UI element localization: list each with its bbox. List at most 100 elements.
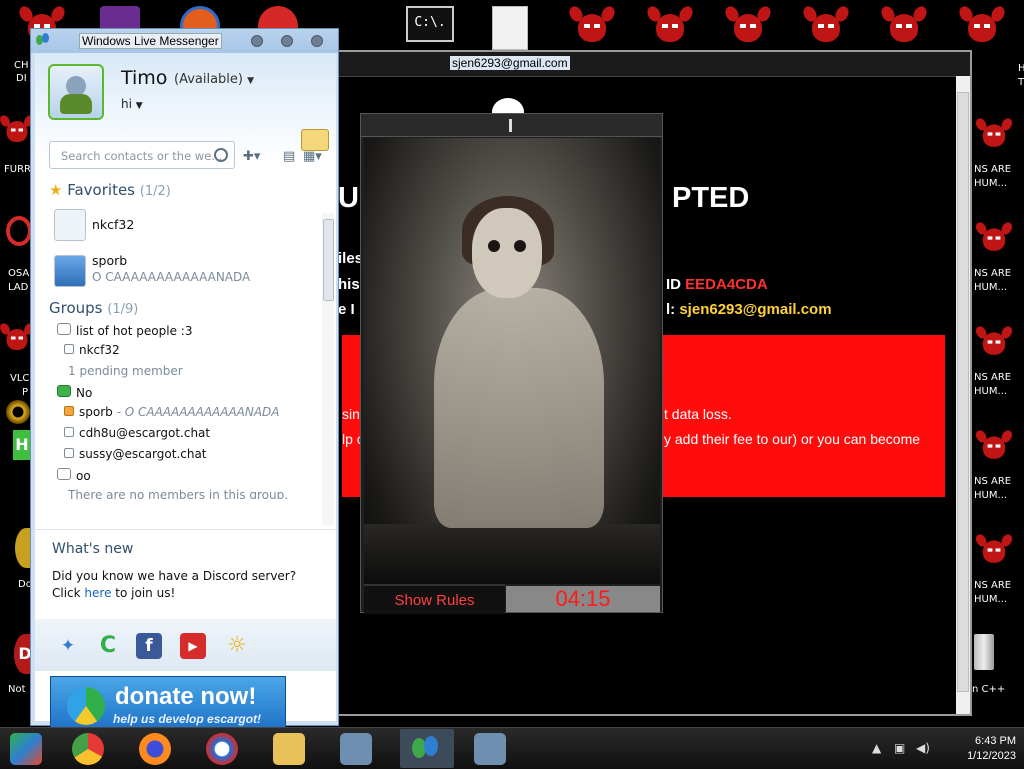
- change-layout-icon[interactable]: ▤: [283, 149, 295, 164]
- volume-icon[interactable]: ◀): [916, 741, 930, 755]
- discord-link[interactable]: here: [84, 586, 111, 600]
- contact-list-scroll-thumb[interactable]: [323, 219, 334, 301]
- facebook-icon[interactable]: f: [136, 633, 162, 659]
- clock[interactable]: 6:43 PM 1/12/2023: [967, 734, 1016, 764]
- ransomware-titlebar[interactable]: sjen6293@gmail.com: [332, 52, 970, 77]
- chrome-icon[interactable]: [72, 733, 104, 765]
- whats-new-panel: What's new Did you know we have a Discor…: [35, 529, 336, 618]
- devil-icon: [0, 113, 36, 145]
- show-rules-button[interactable]: Show Rules: [364, 584, 505, 614]
- contact-avatar[interactable]: [54, 209, 86, 241]
- donate-headline: donate now!: [115, 683, 257, 710]
- search-input[interactable]: Search contacts or the we...: [49, 141, 235, 169]
- desktop-label: FURR: [4, 164, 31, 175]
- devil-icon: [878, 4, 930, 46]
- firefox-icon[interactable]: [139, 733, 171, 765]
- status-selector[interactable]: (Available) ▼: [174, 72, 254, 87]
- opera-icon: [6, 216, 32, 246]
- devil-icon: [722, 4, 774, 46]
- installer-icon[interactable]: [474, 733, 506, 765]
- groups-header[interactable]: Groups (1/9): [49, 299, 138, 317]
- ransom-scrollbar[interactable]: [956, 76, 970, 714]
- donate-subline: help us develop escargot!: [113, 712, 262, 726]
- blank-file-icon: [492, 6, 528, 50]
- status-dot-icon: [64, 427, 74, 437]
- installer-icon[interactable]: [340, 733, 372, 765]
- favorites-count: (1/2): [139, 184, 171, 199]
- contact-row[interactable]: cdh8u@escargot.chat: [64, 426, 210, 440]
- star-icon: ★: [49, 181, 63, 199]
- desktop-label: OSA: [8, 268, 30, 279]
- minimize-button[interactable]: [251, 35, 263, 47]
- chevron-up-icon[interactable]: ▲: [872, 741, 881, 755]
- group-row[interactable]: oo: [57, 468, 91, 483]
- devil-icon: [566, 4, 618, 46]
- close-button[interactable]: [311, 35, 323, 47]
- group-icon: [57, 323, 71, 335]
- inbox-icon[interactable]: [301, 129, 329, 151]
- whats-new-title: What's new: [52, 541, 134, 557]
- doll-image: [364, 138, 660, 584]
- contact-row[interactable]: nkcf32: [64, 343, 120, 357]
- contact-row[interactable]: sussy@escargot.chat: [64, 447, 207, 461]
- cmd-icon: C:\.: [406, 6, 454, 42]
- messenger-task-button[interactable]: [400, 729, 454, 768]
- desktop-icon-devil[interactable]: [973, 532, 1015, 566]
- group-online-icon: [57, 385, 71, 397]
- app-bar: ✦ C f ▶ ☼: [35, 619, 336, 671]
- desktop-icon-devil[interactable]: [973, 116, 1015, 150]
- group-icon: [57, 468, 71, 480]
- contact-avatar[interactable]: [54, 255, 86, 287]
- maximize-button[interactable]: [281, 35, 293, 47]
- doll-popup-window[interactable]: Show Rules 04:15: [360, 113, 663, 614]
- messenger-window[interactable]: Windows Live Messenger Timo (Available) …: [30, 28, 339, 737]
- group-row[interactable]: No: [57, 385, 92, 400]
- whats-new-text: Did you know we have a Discord server? C…: [52, 568, 322, 602]
- msn-butterfly-icon[interactable]: ✦: [55, 633, 81, 659]
- start-button[interactable]: [10, 733, 42, 765]
- contact-name[interactable]: sporb: [92, 253, 127, 268]
- options-menu-icon[interactable]: ▦▾: [303, 149, 322, 164]
- favorites-header[interactable]: ★ Favorites (1/2): [49, 181, 171, 199]
- desktop-label: NS ARE: [974, 476, 1012, 487]
- cursor-mark: [509, 119, 512, 132]
- file-explorer-icon[interactable]: [273, 733, 305, 765]
- taskbar: ▲ ▣ ◀) 6:43 PM 1/12/2023: [0, 727, 1024, 769]
- contact-list-scrollbar[interactable]: [322, 213, 334, 525]
- group-row[interactable]: list of hot people :3: [57, 323, 192, 338]
- escargot-icon[interactable]: C: [95, 633, 121, 659]
- countdown-timer: 04:15: [506, 586, 660, 612]
- desktop-icon-devil[interactable]: [973, 220, 1015, 254]
- desktop-icon-devil[interactable]: [973, 324, 1015, 358]
- contact-name[interactable]: nkcf32: [92, 217, 134, 232]
- green-h-icon: H: [13, 430, 31, 460]
- contact-status-message: - O CAAAAAAAAAAAANADA: [112, 405, 280, 419]
- away-dot-icon: [64, 406, 74, 416]
- display-name[interactable]: Timo: [121, 67, 167, 89]
- avatar[interactable]: [48, 64, 104, 120]
- status-dot-icon: [64, 344, 74, 354]
- contact-row[interactable]: sporb - O CAAAAAAAAAAAANADA: [64, 405, 280, 419]
- group-label: list of hot people :3: [76, 324, 193, 338]
- sun-icon[interactable]: ☼: [224, 633, 250, 659]
- desktop-icon-devil[interactable]: [973, 428, 1015, 462]
- add-contact-icon[interactable]: ✚▾: [243, 149, 260, 164]
- ransom-scroll-thumb[interactable]: [957, 92, 969, 692]
- personal-message[interactable]: hi ▼: [121, 97, 143, 111]
- ransom-line-3: e I: [338, 301, 355, 318]
- desktop-label: n C++: [972, 684, 1006, 695]
- doll-popup-titlebar[interactable]: [361, 114, 662, 137]
- ransom-title-email: sjen6293@gmail.com: [450, 56, 570, 70]
- ransom-id-label: ID: [666, 276, 681, 293]
- browser-icon[interactable]: [206, 733, 238, 765]
- youtube-icon[interactable]: ▶: [180, 633, 206, 659]
- ransom-contact-label: l:: [666, 301, 676, 318]
- ransom-contact-email: sjen6293@gmail.com: [679, 301, 832, 318]
- desktop-label: Not: [8, 684, 26, 695]
- messenger-titlebar[interactable]: Windows Live Messenger: [31, 29, 338, 53]
- recycle-bin-icon[interactable]: [974, 634, 994, 670]
- ransom-id: ID EEDA4CDA: [666, 276, 768, 293]
- search-icon: [214, 148, 228, 162]
- devil-icon: [644, 4, 696, 46]
- network-icon[interactable]: ▣: [894, 741, 905, 755]
